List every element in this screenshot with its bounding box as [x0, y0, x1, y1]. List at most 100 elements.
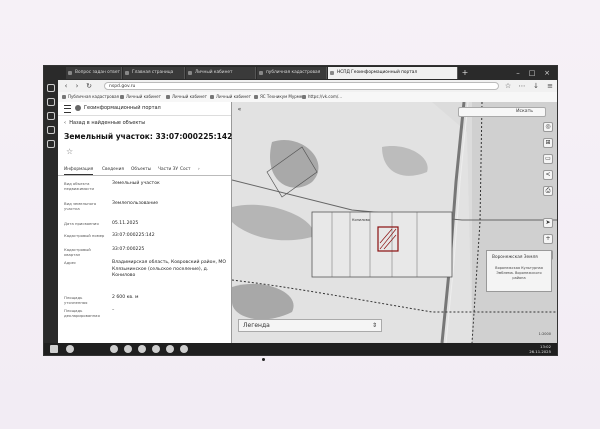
tab-label: Главная страница [132, 70, 174, 75]
browser-tab-active[interactable]: НСПД Геоинформационный портал [328, 67, 458, 79]
bookmark-item[interactable]: https://vk.com/... [302, 93, 342, 101]
field-key: Кадастровый номер [64, 233, 105, 238]
yandex-icon[interactable] [166, 345, 174, 353]
bookmark-icon [254, 95, 258, 99]
hamburger-menu-icon[interactable] [64, 105, 71, 113]
filter-icon[interactable]: ▭ [543, 154, 553, 164]
tab-parts[interactable]: Части ЗУ [158, 166, 178, 174]
files-icon[interactable] [138, 345, 146, 353]
bookmark-label: ЯС Техникум Мурме [260, 94, 303, 99]
field-value: 33:07:000225 [112, 247, 145, 252]
portal-header: Геоинформационный портал [58, 102, 231, 116]
field-value: 2 600 кв. м [112, 295, 139, 300]
back-link-label: Назад в найденные объекты [69, 120, 146, 126]
maximize-button[interactable]: □ [526, 68, 538, 78]
app-icon[interactable] [180, 345, 188, 353]
browser-tab[interactable]: Личный кабинет [186, 67, 256, 79]
close-window-button[interactable]: × [541, 68, 553, 78]
map-settlement-block [311, 211, 453, 278]
bookmark-icon [302, 95, 306, 99]
legend-dropdown[interactable]: Легенда ⇕ [238, 319, 382, 332]
url-input[interactable]: nspd.gov.ru [104, 82, 499, 90]
chevron-updown-icon: ⇕ [371, 322, 377, 329]
clock-date: 26.11.2025 [529, 349, 551, 354]
downloads-arrow-icon[interactable]: ↓ [532, 82, 540, 90]
field-value: Земельный участок [112, 181, 160, 186]
field-value: 33:07:000225:142 [112, 233, 155, 238]
bookmark-item[interactable]: ЯС Техникум Мурме [254, 93, 302, 101]
tab-information[interactable]: Информация [64, 166, 94, 175]
tab-label: публичная кадастровая [266, 70, 321, 75]
settings-icon[interactable] [47, 140, 55, 148]
tab-objects[interactable]: Объекты [131, 166, 151, 174]
field-key: Дата присвоения [64, 221, 99, 226]
field-row: Дата присвоения 05.11.2025 [64, 221, 229, 230]
map-place-label: Конилово [352, 218, 370, 222]
star-icon[interactable]: ☆ [504, 82, 512, 90]
bookmark-icon [62, 95, 66, 99]
start-menu-icon[interactable] [50, 345, 58, 353]
field-value: Землепользование [112, 201, 159, 206]
tab-favicon-icon [330, 71, 334, 75]
downloads-icon[interactable] [47, 126, 55, 134]
bookmark-label: Личный кабинет [126, 94, 161, 99]
forward-arrow-icon[interactable]: › [73, 82, 81, 90]
tab-state[interactable]: Сост [180, 166, 191, 174]
locate-icon[interactable]: ➤ [543, 218, 553, 228]
mail-icon[interactable] [124, 345, 132, 353]
reload-icon[interactable]: ↻ [85, 82, 93, 90]
zoom-in-icon[interactable]: + [543, 234, 553, 244]
cadastral-map[interactable]: Конилово « Искать ◎ ⊞ ▭ < ⎙ ➤ + − Вороне… [232, 102, 557, 343]
field-row: Площадь уточненная 2 600 кв. м [64, 295, 229, 305]
bookmark-item[interactable]: Личный кабинет [120, 93, 161, 101]
favorite-star-icon[interactable]: ☆ [66, 147, 73, 156]
popup-body: Воронежская Культурная Эмблема. Воронежс… [495, 266, 543, 280]
bookmark-item[interactable]: Личный кабинет [166, 93, 207, 101]
tabs-scroll-right-icon[interactable]: › [198, 166, 200, 174]
share-icon[interactable]: < [543, 170, 553, 180]
field-value: Владимирская область, Ковровский район, … [112, 260, 226, 278]
new-tab-button[interactable]: + [460, 67, 470, 79]
measure-icon[interactable]: ⊞ [543, 138, 553, 148]
bookmark-item[interactable]: Личный кабинет [210, 93, 251, 101]
taskbar-clock: 13:02 26.11.2025 [529, 344, 551, 354]
bookmark-icon [210, 95, 214, 99]
collapse-panel-button[interactable]: « [235, 105, 244, 114]
object-title: Земельный участок: 33:07:000225:142 [64, 132, 233, 141]
home-icon[interactable] [47, 84, 55, 92]
extensions-icon[interactable]: ⋯ [518, 82, 526, 90]
field-row: Вид земельного участка Землепользование [64, 201, 229, 217]
browser-icon[interactable] [110, 345, 118, 353]
bookmark-label: Публичная кадастровая [68, 94, 119, 99]
tab-favicon-icon [68, 71, 72, 75]
tab-favicon-icon [125, 71, 129, 75]
map-search-input[interactable]: Искать [458, 107, 546, 117]
tab-label: Личный кабинет [195, 70, 233, 75]
search-icon[interactable] [66, 345, 74, 353]
browser-tab[interactable]: Главная страница [123, 67, 185, 79]
map-popup: Воронежская Земля Воронежская Культурная… [486, 250, 552, 292]
field-row: Вид объекта недвижимости Земельный участо… [64, 181, 229, 197]
tab-details[interactable]: Сведения [102, 166, 124, 174]
screen: Вопрос задан ответ Главная страница Личн… [43, 65, 558, 356]
print-icon[interactable]: ⎙ [543, 186, 553, 196]
print-mark [262, 358, 265, 361]
bookmarks-icon[interactable] [47, 98, 55, 106]
bookmark-icon [120, 95, 124, 99]
field-key: Вид объекта недвижимости [64, 181, 94, 191]
menu-icon[interactable]: ≡ [546, 82, 554, 90]
history-icon[interactable] [47, 112, 55, 120]
store-icon[interactable] [152, 345, 160, 353]
tab-favicon-icon [188, 71, 192, 75]
layers-icon[interactable]: ◎ [543, 122, 553, 132]
bookmark-item[interactable]: Публичная кадастровая [62, 93, 119, 101]
browser-tab[interactable]: Вопрос задан ответ [66, 67, 122, 79]
back-arrow-icon[interactable]: ‹ [62, 82, 70, 90]
legend-label: Легенда [243, 322, 270, 329]
map-canvas[interactable]: Конилово [232, 102, 557, 343]
browser-tab[interactable]: публичная кадастровая [257, 67, 327, 79]
minimize-button[interactable]: – [512, 68, 524, 78]
back-to-results-link[interactable]: ‹ Назад в найденные объекты [64, 120, 145, 126]
field-key: Площадь декларированная [64, 308, 100, 318]
bookmark-icon [166, 95, 170, 99]
